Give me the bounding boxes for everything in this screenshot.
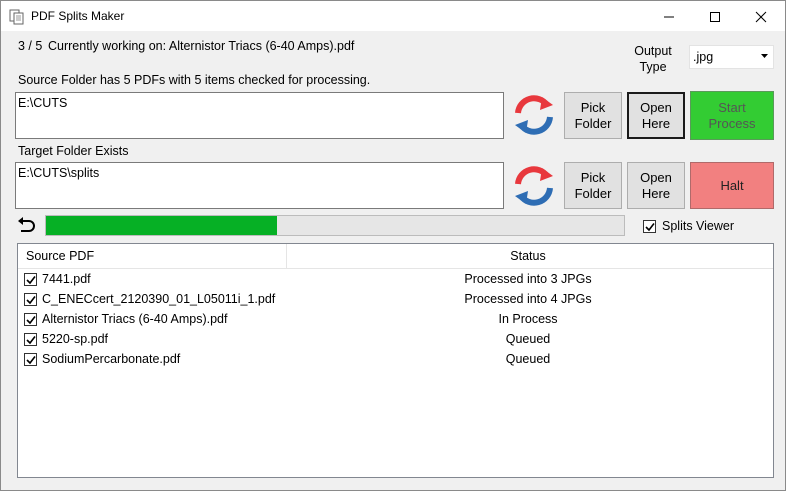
target-open-here-button[interactable]: Open Here <box>627 162 685 209</box>
maximize-button[interactable] <box>692 1 738 31</box>
file-name: 5220-sp.pdf <box>42 332 109 346</box>
undo-button[interactable] <box>17 217 37 235</box>
halt-label: Halt <box>720 177 744 193</box>
output-type-value: .jpg <box>693 50 714 64</box>
file-status: In Process <box>498 312 558 326</box>
maximize-icon <box>710 12 720 22</box>
list-item[interactable]: C_ENECcert_2120390_01_L05011i_1.pdf Proc… <box>18 290 773 310</box>
row-checkbox[interactable] <box>24 293 37 306</box>
source-folder-path: E:\CUTS <box>18 96 68 110</box>
column-header-source-pdf[interactable]: Source PDF <box>26 249 94 263</box>
target-pick-label-line1: Pick <box>580 169 606 185</box>
progress-counter: 3 / 5 <box>18 39 43 53</box>
source-folder-input[interactable]: E:\CUTS <box>15 92 504 139</box>
undo-arrow-icon <box>18 217 35 232</box>
app-window: PDF Splits Maker 3 / 5 Currently working… <box>0 0 786 491</box>
output-type-label: Output Type <box>627 43 679 75</box>
source-pick-folder-button[interactable]: Pick Folder <box>564 92 622 139</box>
pdf-list[interactable]: Source PDF Status 7441.pdf Processed int… <box>17 243 774 478</box>
file-name: C_ENECcert_2120390_01_L05011i_1.pdf <box>42 292 276 306</box>
file-status: Processed into 3 JPGs <box>464 272 592 286</box>
target-open-label-line1: Open <box>640 169 672 185</box>
start-label-line1: Start <box>718 99 746 115</box>
file-status: Queued <box>505 352 551 366</box>
file-status: Queued <box>505 332 551 346</box>
title-bar[interactable]: PDF Splits Maker <box>1 1 785 31</box>
minimize-button[interactable] <box>646 1 692 31</box>
sync-arrows-icon <box>515 95 553 135</box>
source-pick-label-line2: Folder <box>574 115 612 131</box>
file-name: 7441.pdf <box>42 272 91 286</box>
target-folder-path: E:\CUTS\splits <box>18 166 100 180</box>
target-open-label-line2: Here <box>641 185 671 201</box>
minimize-icon <box>664 16 674 18</box>
target-pick-folder-button[interactable]: Pick Folder <box>564 162 622 209</box>
list-header: Source PDF Status <box>18 244 773 269</box>
column-divider[interactable] <box>286 244 287 269</box>
row-checkbox[interactable] <box>24 353 37 366</box>
checkmark-icon <box>26 316 36 325</box>
target-folder-status: Target Folder Exists <box>18 144 129 158</box>
list-item[interactable]: SodiumPercarbonate.pdf Queued <box>18 350 773 370</box>
start-label-line2: Process <box>708 115 756 131</box>
column-header-status[interactable]: Status <box>388 249 668 263</box>
halt-button[interactable]: Halt <box>690 162 774 209</box>
pdf-pages-icon <box>9 9 25 25</box>
source-pick-label-line1: Pick <box>580 99 606 115</box>
checkmark-icon <box>26 296 36 305</box>
progress-bar <box>45 215 625 236</box>
output-type-select[interactable]: .jpg <box>689 45 774 69</box>
file-status: Processed into 4 JPGs <box>464 292 592 306</box>
window-title: PDF Splits Maker <box>31 9 125 23</box>
source-refresh-button[interactable] <box>511 93 557 137</box>
source-open-here-button[interactable]: Open Here <box>627 92 685 139</box>
row-checkbox[interactable] <box>24 333 37 346</box>
output-type-label-line2: Type <box>639 60 667 74</box>
target-pick-label-line2: Folder <box>574 185 612 201</box>
splits-viewer-label: Splits Viewer <box>662 219 735 233</box>
checkmark-icon <box>645 223 655 232</box>
chevron-down-icon <box>761 54 768 58</box>
current-file-label: Currently working on: Alternistor Triacs… <box>48 39 355 53</box>
row-checkbox[interactable] <box>24 313 37 326</box>
output-type-label-line1: Output <box>634 44 672 58</box>
checkmark-icon <box>26 336 36 345</box>
splits-viewer-checkbox[interactable] <box>643 220 656 233</box>
source-open-label-line2: Here <box>641 115 671 131</box>
checkmark-icon <box>26 356 36 365</box>
file-name: SodiumPercarbonate.pdf <box>42 352 181 366</box>
close-button[interactable] <box>738 1 784 31</box>
source-open-label-line1: Open <box>640 99 672 115</box>
row-checkbox[interactable] <box>24 273 37 286</box>
start-process-button[interactable]: Start Process <box>690 91 774 140</box>
close-icon <box>755 11 767 23</box>
list-item[interactable]: 7441.pdf Processed into 3 JPGs <box>18 270 773 290</box>
checkmark-icon <box>26 276 36 285</box>
progress-fill <box>46 216 278 235</box>
target-folder-input[interactable]: E:\CUTS\splits <box>15 162 504 209</box>
sync-arrows-icon <box>515 166 553 206</box>
file-name: Alternistor Triacs (6-40 Amps).pdf <box>42 312 228 326</box>
list-item[interactable]: Alternistor Triacs (6-40 Amps).pdf In Pr… <box>18 310 773 330</box>
source-folder-status: Source Folder has 5 PDFs with 5 items ch… <box>18 73 371 87</box>
target-refresh-button[interactable] <box>511 164 557 208</box>
list-item[interactable]: 5220-sp.pdf Queued <box>18 330 773 350</box>
